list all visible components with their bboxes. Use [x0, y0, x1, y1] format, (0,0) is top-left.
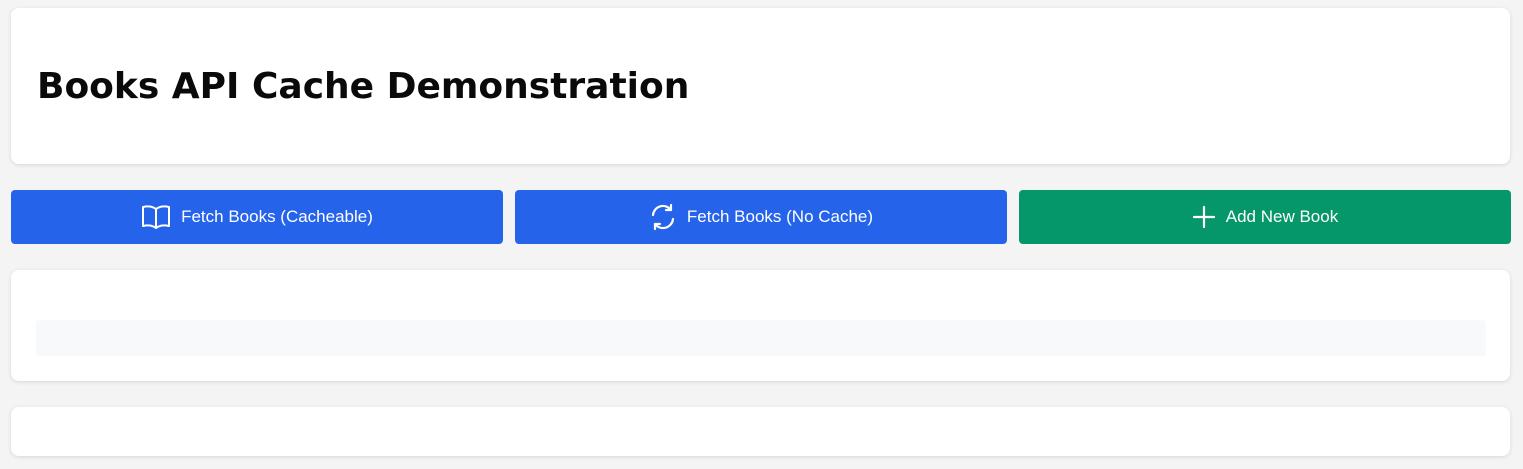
- book-open-icon: [141, 203, 171, 231]
- fetch-cacheable-button[interactable]: Fetch Books (Cacheable): [11, 190, 503, 244]
- results-placeholder: [36, 320, 1486, 356]
- add-new-book-label: Add New Book: [1225, 207, 1339, 226]
- plus-icon: [1192, 205, 1216, 229]
- page-title: Books API Cache Demonstration: [37, 66, 690, 107]
- refresh-icon: [649, 203, 677, 231]
- action-buttons: Fetch Books (Cacheable) Fetch Books (No …: [11, 190, 1511, 244]
- fetch-no-cache-label: Fetch Books (No Cache): [686, 207, 874, 226]
- header-card: Books API Cache Demonstration: [11, 8, 1510, 164]
- fetch-no-cache-button[interactable]: Fetch Books (No Cache): [515, 190, 1007, 244]
- fetch-cacheable-label: Fetch Books (Cacheable): [181, 207, 373, 226]
- add-new-book-button[interactable]: Add New Book: [1019, 190, 1511, 244]
- results-card: [11, 270, 1510, 381]
- log-card: [11, 407, 1510, 456]
